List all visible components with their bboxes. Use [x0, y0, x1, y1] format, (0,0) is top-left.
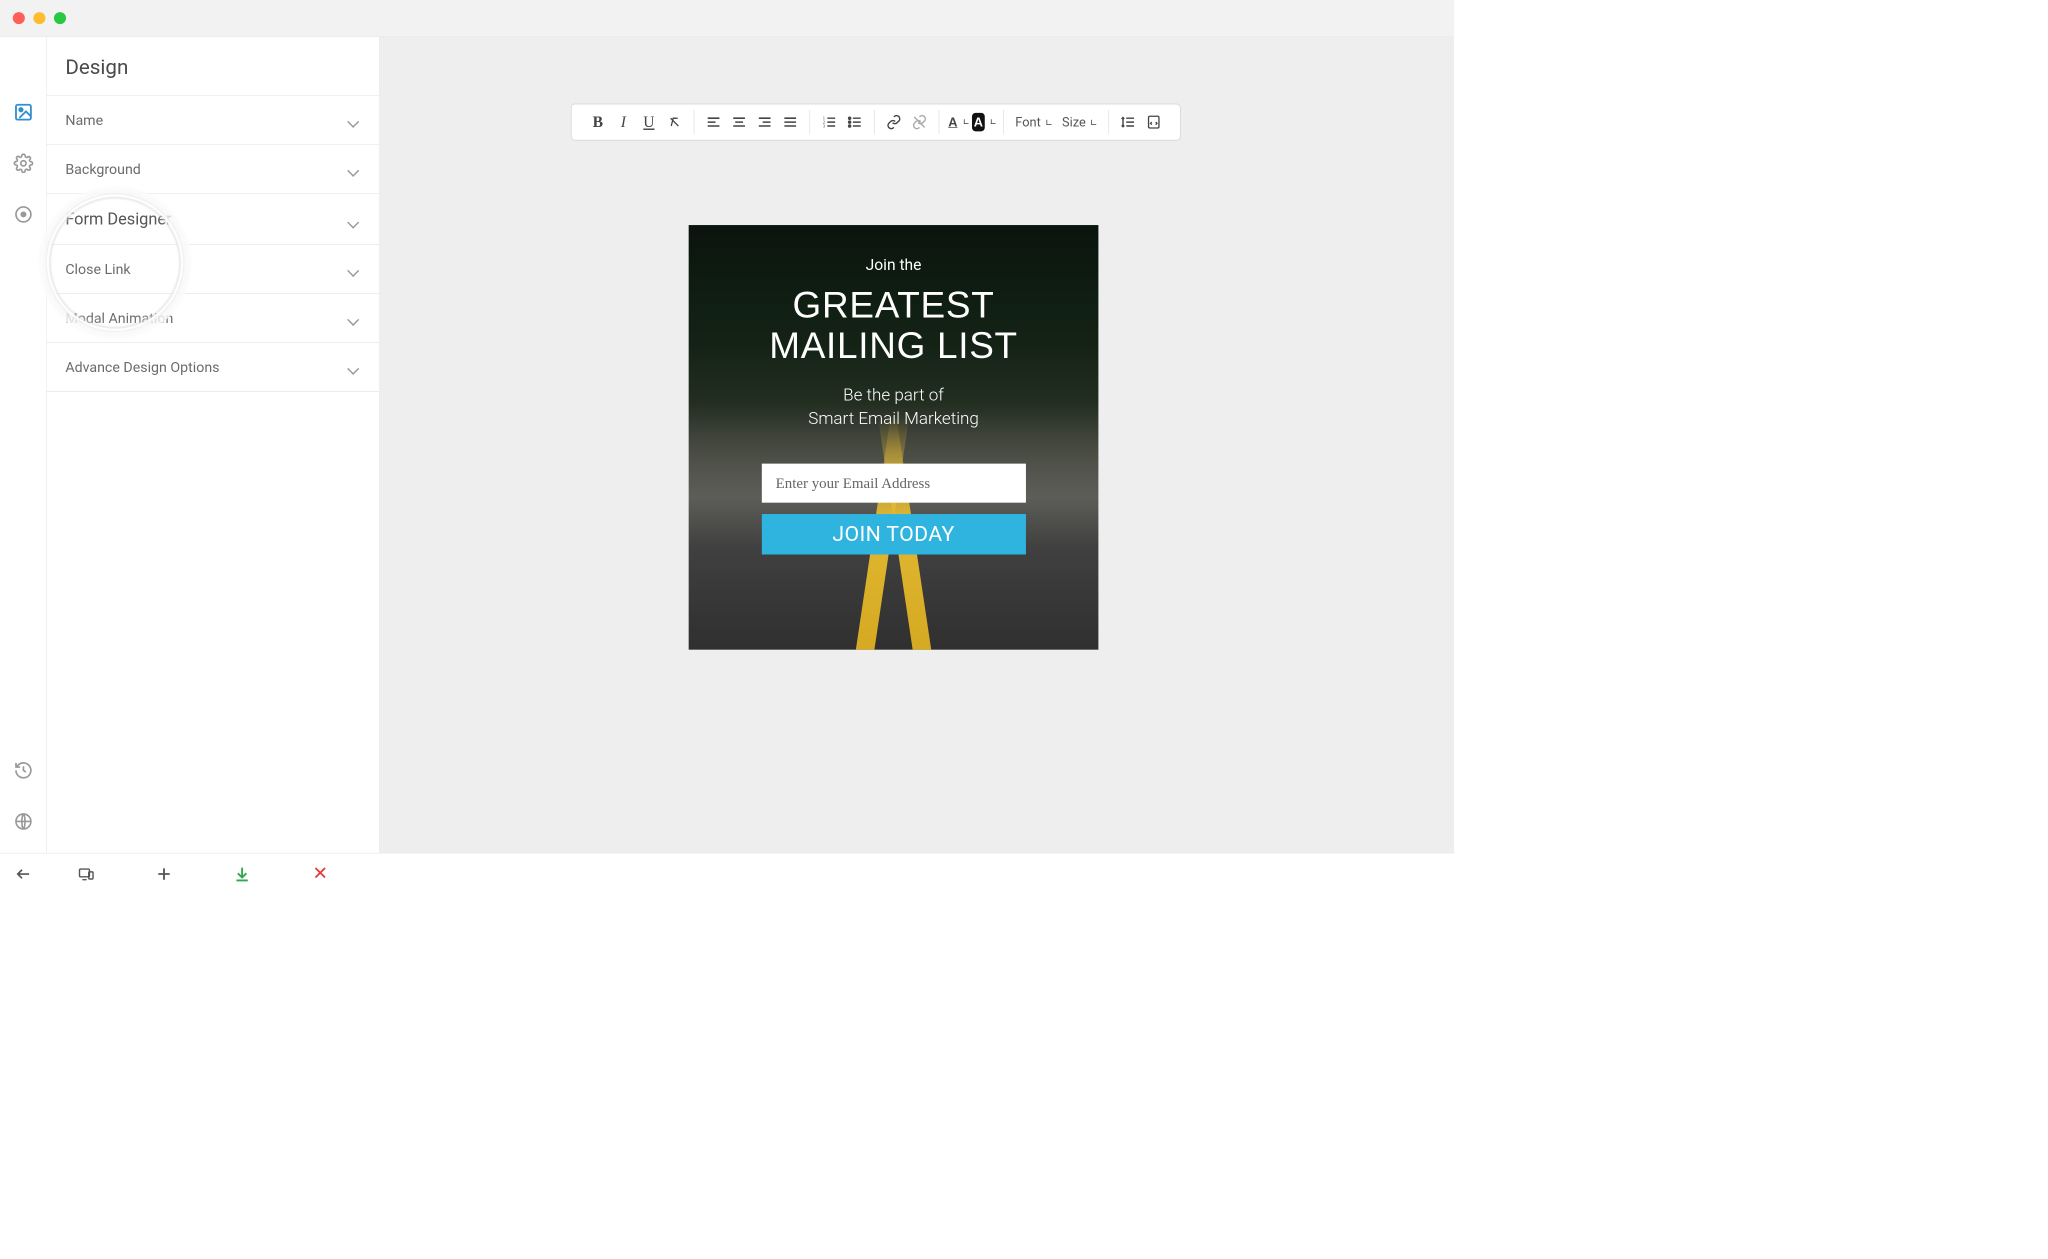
email-placeholder: Enter your Email Address	[776, 474, 930, 492]
chevron-down-icon	[348, 163, 361, 176]
window-zoom-button[interactable]	[54, 12, 66, 24]
close-button[interactable]: ✕	[281, 853, 359, 893]
source-button[interactable]	[1142, 110, 1166, 134]
modal-preview[interactable]: Join the GREATEST MAILING LIST Be the pa…	[689, 225, 1099, 650]
background-color-button[interactable]: A	[972, 110, 996, 134]
panel-item-modal-animation[interactable]: Modal Animation	[47, 294, 379, 343]
editor-canvas[interactable]: B I U 123	[380, 37, 1454, 853]
sidebar-title: Design	[47, 37, 379, 96]
panel-label: Background	[65, 160, 140, 177]
ordered-list-button[interactable]: 123	[817, 110, 841, 134]
download-button[interactable]	[203, 853, 281, 893]
target-icon[interactable]	[13, 204, 33, 224]
font-select[interactable]: Font	[1011, 110, 1056, 134]
align-justify-button[interactable]	[778, 110, 802, 134]
window-minimize-button[interactable]	[33, 12, 45, 24]
email-input[interactable]: Enter your Email Address	[761, 464, 1025, 503]
panel-label: Modal Animation	[65, 310, 173, 327]
link-button[interactable]	[882, 110, 906, 134]
panel-label: Name	[65, 111, 103, 128]
join-button[interactable]: JOIN TODAY	[761, 514, 1025, 554]
size-select[interactable]: Size	[1058, 110, 1102, 134]
italic-button[interactable]: I	[611, 110, 635, 134]
bold-button[interactable]: B	[586, 110, 610, 134]
app-window: Design Name Background Form Designer Clo…	[0, 0, 1454, 894]
chevron-down-icon	[348, 114, 361, 127]
panel-label: Advance Design Options	[65, 359, 219, 376]
unlink-button[interactable]	[907, 110, 931, 134]
panel-item-background[interactable]: Background	[47, 145, 379, 194]
align-right-button[interactable]	[753, 110, 777, 134]
panel-item-name[interactable]: Name	[47, 96, 379, 145]
text-color-button[interactable]: A	[946, 110, 970, 134]
back-button[interactable]	[0, 853, 47, 893]
modal-headline: GREATEST MAILING LIST	[769, 285, 1018, 366]
line-height-button[interactable]	[1116, 110, 1140, 134]
chevron-down-icon	[348, 213, 361, 226]
chevron-down-icon	[348, 312, 361, 325]
modal-sub-line1: Be the part of	[843, 385, 944, 405]
design-sidebar: Design Name Background Form Designer Clo…	[47, 37, 380, 853]
panel-item-advance-design[interactable]: Advance Design Options	[47, 343, 379, 392]
nav-rail	[0, 37, 47, 853]
panel-item-form-designer[interactable]: Form Designer	[47, 194, 379, 245]
image-icon[interactable]	[13, 102, 33, 122]
mac-titlebar	[0, 0, 1454, 37]
chevron-down-icon	[348, 263, 361, 276]
panel-label: Close Link	[65, 261, 130, 278]
svg-text:3: 3	[823, 123, 826, 128]
align-center-button[interactable]	[727, 110, 751, 134]
modal-headline-line1: GREATEST	[793, 285, 995, 326]
underline-button[interactable]: U	[637, 110, 661, 134]
devices-button[interactable]	[47, 853, 125, 893]
size-select-label: Size	[1062, 115, 1086, 130]
clear-format-button[interactable]	[662, 110, 686, 134]
modal-sub-line2: Smart Email Marketing	[808, 408, 979, 428]
bottom-action-bar: ✕	[0, 853, 1454, 894]
join-button-label: JOIN TODAY	[832, 522, 954, 547]
panel-label: Form Designer	[65, 209, 171, 228]
close-icon: ✕	[312, 863, 327, 884]
modal-kicker: Join the	[866, 256, 922, 274]
globe-icon[interactable]	[13, 812, 33, 832]
unordered-list-button[interactable]	[843, 110, 867, 134]
panel-item-close-link[interactable]: Close Link	[47, 245, 379, 294]
app-body: Design Name Background Form Designer Clo…	[0, 37, 1454, 853]
add-button[interactable]	[125, 853, 203, 893]
modal-headline-line2: MAILING LIST	[769, 325, 1018, 366]
gear-icon[interactable]	[13, 153, 33, 173]
modal-subtext: Be the part of Smart Email Marketing	[808, 384, 979, 430]
text-editor-toolbar: B I U 123	[571, 104, 1181, 141]
chevron-down-icon	[348, 361, 361, 374]
window-close-button[interactable]	[13, 12, 25, 24]
font-select-label: Font	[1015, 115, 1040, 130]
history-icon[interactable]	[13, 760, 33, 780]
align-left-button[interactable]	[701, 110, 725, 134]
